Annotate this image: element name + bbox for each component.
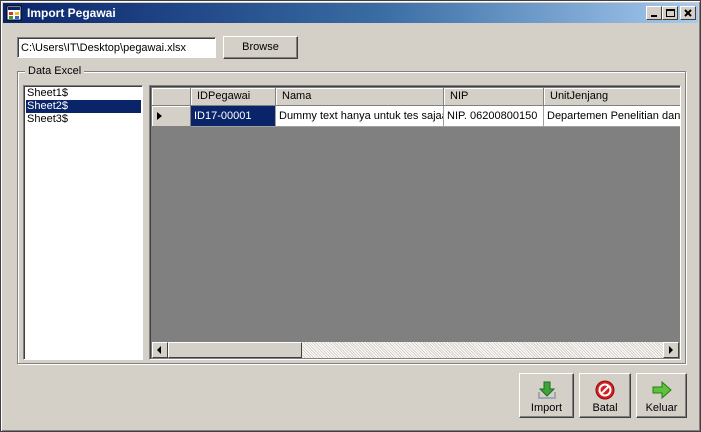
current-row-icon xyxy=(157,112,162,120)
file-path-input[interactable] xyxy=(17,37,216,58)
arrow-left-icon xyxy=(157,346,161,354)
batal-button[interactable]: Batal xyxy=(579,373,631,418)
cell-idpegawai[interactable]: ID17-00001 xyxy=(191,106,276,127)
window-title: Import Pegawai xyxy=(27,6,116,20)
title-bar[interactable]: Import Pegawai xyxy=(3,3,698,23)
close-button[interactable] xyxy=(680,6,696,20)
horizontal-scrollbar[interactable] xyxy=(152,342,679,358)
sheet-item-1[interactable]: Sheet1$ xyxy=(26,87,141,100)
import-button[interactable]: Import xyxy=(519,373,574,418)
batal-label: Batal xyxy=(592,402,618,414)
maximize-button[interactable] xyxy=(662,6,678,20)
browse-button[interactable]: Browse xyxy=(223,36,298,59)
row-header-corner xyxy=(152,88,191,106)
data-grid[interactable]: IDPegawai Nama NIP UnitJenjang ID17-0000… xyxy=(149,85,681,360)
maximize-icon xyxy=(666,9,675,17)
group-label: Data Excel xyxy=(25,65,85,77)
sheet-item-2[interactable]: Sheet2$ xyxy=(26,100,141,113)
sheet-item-3[interactable]: Sheet3$ xyxy=(26,113,141,126)
minimize-button[interactable] xyxy=(646,6,662,20)
cell-unitjenjang[interactable]: Departemen Penelitian dan xyxy=(544,106,680,127)
arrow-right-icon xyxy=(651,379,673,401)
scroll-thumb[interactable] xyxy=(168,342,302,358)
app-window-icon xyxy=(6,5,22,21)
cancel-icon xyxy=(594,379,616,401)
close-icon xyxy=(682,7,694,19)
minimize-icon xyxy=(651,15,657,17)
scroll-right-button[interactable] xyxy=(663,342,679,358)
cell-nama[interactable]: Dummy text hanya untuk tes sajaa xyxy=(276,106,444,127)
keluar-button[interactable]: Keluar xyxy=(636,373,687,418)
column-header-nama[interactable]: Nama xyxy=(276,88,444,106)
row-header[interactable] xyxy=(152,106,191,127)
import-label: Import xyxy=(530,402,563,414)
cell-nip[interactable]: NIP. 06200800150 xyxy=(444,106,544,127)
arrow-right-small-icon xyxy=(669,346,673,354)
import-pegawai-window: Import Pegawai Browse Data Excel Sheet1$… xyxy=(0,0,701,432)
column-header-idpegawai[interactable]: IDPegawai xyxy=(191,88,276,106)
scroll-left-button[interactable] xyxy=(152,342,168,358)
sheet-list[interactable]: Sheet1$ Sheet2$ Sheet3$ xyxy=(23,85,143,360)
column-header-nip[interactable]: NIP xyxy=(444,88,544,106)
column-header-unitjenjang[interactable]: UnitJenjang xyxy=(544,88,680,106)
keluar-label: Keluar xyxy=(645,402,678,414)
download-arrow-icon xyxy=(536,379,558,401)
